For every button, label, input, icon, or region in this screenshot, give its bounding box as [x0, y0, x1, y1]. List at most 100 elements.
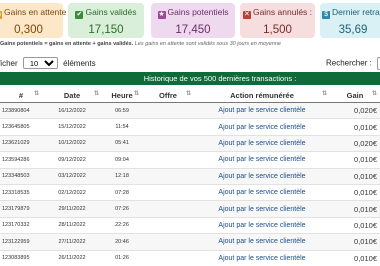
- sort-icon: ⇅: [33, 91, 39, 97]
- col-header-date[interactable]: Date ⇅: [42, 88, 102, 103]
- last-withdrawal-value: 35,69: [338, 24, 368, 36]
- cell-date: 28/11/2022: [42, 216, 102, 234]
- cell-offer: [142, 151, 194, 169]
- cell-id: 123645805: [0, 118, 42, 136]
- sort-icon: ⇅: [321, 91, 327, 97]
- cell-action: Ajout par le service clientèle: [194, 118, 330, 136]
- cell-id: 123890804: [0, 101, 42, 119]
- validated-gains-label: Gains validés: [85, 7, 137, 17]
- sort-icon: ⇅: [371, 91, 377, 97]
- table-row: 123621029 10/12/2022 05:41 Ajout par le …: [0, 134, 380, 152]
- page-length-select[interactable]: 10: [22, 57, 58, 69]
- cell-gain: 0,010€: [330, 200, 380, 218]
- col-header-gain[interactable]: Gain ⇅: [330, 88, 380, 103]
- cell-time: 07:28: [102, 183, 142, 201]
- table-row: 123122959 27/11/2022 20:46 Ajout par le …: [0, 233, 380, 251]
- potential-gains-card: ★ Gains potentiels 17,450: [151, 3, 235, 38]
- cell-id: 123083895: [0, 249, 42, 266]
- show-suffix-label: éléments: [63, 59, 96, 68]
- cell-id: 123621029: [0, 134, 42, 152]
- cross-icon: ✕: [242, 11, 251, 19]
- page-length-control: fficher 10 éléments: [0, 57, 96, 69]
- col-header-action[interactable]: Action rémunérée ⇅: [194, 88, 330, 103]
- col-header-id[interactable]: # ⇅: [0, 88, 42, 103]
- table-row: 123890804 16/12/2022 06:59 Ajout par le …: [0, 101, 380, 119]
- table-row: 123083895 26/11/2022 01:26 Ajout par le …: [0, 249, 380, 266]
- cell-date: 27/11/2022: [42, 233, 102, 251]
- gains-note-bold: Gains potentiels = gains en attente + ga…: [0, 41, 134, 47]
- cancelled-gains-value: 1,500: [263, 24, 292, 36]
- cell-gain: 0,010€: [330, 249, 380, 266]
- cell-date: 26/11/2022: [42, 249, 102, 266]
- table-row: 123594286 09/12/2022 09:04 Ajout par le …: [0, 151, 380, 169]
- cell-offer: [142, 200, 194, 218]
- cell-time: 05:41: [102, 134, 142, 152]
- cell-gain: 0,010€: [330, 216, 380, 234]
- sort-icon: ⇅: [133, 91, 139, 97]
- cell-time: 01:26: [102, 249, 142, 266]
- table-row: 123170332 28/11/2022 22:26 Ajout par le …: [0, 216, 380, 234]
- sort-icon: ⇅: [185, 91, 191, 97]
- col-header-offer[interactable]: Offre ⇅: [142, 88, 194, 103]
- cell-offer: [142, 249, 194, 266]
- cell-offer: [142, 101, 194, 119]
- gains-note: Gains potentiels = gains en attente + ga…: [0, 41, 281, 47]
- gains-note-italic: Les gains en attente sont validés sous 3…: [133, 41, 281, 47]
- cell-action: Ajout par le service clientèle: [194, 200, 330, 218]
- cell-offer: [142, 134, 194, 152]
- cell-gain: 0,010€: [330, 151, 380, 169]
- cell-action: Ajout par le service clientèle: [194, 101, 330, 119]
- cell-action: Ajout par le service clientèle: [194, 167, 330, 185]
- pending-gains-card: ◷Gains en attente : 0,300: [0, 3, 71, 38]
- cell-time: 07:26: [102, 200, 142, 218]
- search-control: Rechercher :: [326, 57, 380, 70]
- cancelled-gains-card: ✕ Gains annulés : 1,500: [240, 3, 315, 38]
- cell-date: 29/11/2022: [42, 200, 102, 218]
- earnings-summary: ◷Gains en attente : 0,300 ✔Gains validés…: [0, 0, 380, 38]
- cell-time: 11:54: [102, 118, 142, 136]
- cell-gain: 0,010€: [330, 167, 380, 185]
- clock-icon: ◷: [0, 11, 2, 19]
- table-header-row: # ⇅ Date ⇅ Heure ⇅ Offre ⇅ Action rémunérée ⇅…: [0, 88, 380, 103]
- col-header-time[interactable]: Heure ⇅: [102, 88, 142, 103]
- pending-gains-label: Gains en attente :: [4, 7, 72, 17]
- history-title: Historique de vos 500 dernières transact…: [143, 74, 297, 83]
- cell-id: 123170332: [0, 216, 42, 234]
- table-row: 123318535 02/12/2022 07:28 Ajout par le …: [0, 183, 380, 201]
- last-withdrawal-label: Dernier retrait: [332, 7, 380, 17]
- cell-action: Ajout par le service clientèle: [194, 216, 330, 234]
- cell-time: 20:46: [102, 233, 142, 251]
- cell-date: 16/12/2022: [42, 101, 102, 119]
- validated-gains-card: ✔ Gains validés 17,150: [68, 3, 144, 38]
- money-icon: $: [322, 11, 331, 19]
- cell-offer: [142, 118, 194, 136]
- check-icon: ✔: [75, 11, 84, 19]
- cell-id: 123179879: [0, 200, 42, 218]
- cell-gain: 0,010€: [330, 118, 380, 136]
- cancelled-gains-label: Gains annulés :: [252, 7, 313, 17]
- cell-time: 22:26: [102, 216, 142, 234]
- cell-action: Ajout par le service clientèle: [194, 183, 330, 201]
- table-row: 123179879 29/11/2022 07:26 Ajout par le …: [0, 200, 380, 218]
- cell-action: Ajout par le service clientèle: [194, 249, 330, 266]
- show-prefix-label: fficher: [0, 59, 18, 68]
- cell-date: 02/12/2022: [42, 183, 102, 201]
- cell-id: 123318535: [0, 183, 42, 201]
- last-withdrawal-card: $ Dernier retrait 35,69: [320, 3, 380, 38]
- table-row: 123645805 15/12/2022 11:54 Ajout par le …: [0, 118, 380, 136]
- validated-gains-value: 17,150: [88, 24, 124, 36]
- search-label: Rechercher :: [326, 58, 372, 68]
- cell-date: 09/12/2022: [42, 151, 102, 169]
- cell-time: 06:59: [102, 101, 142, 119]
- transactions-table: # ⇅ Date ⇅ Heure ⇅ Offre ⇅ Action rémunérée ⇅…: [0, 88, 380, 266]
- pending-gains-value: 0,300: [14, 24, 43, 36]
- cell-offer: [142, 183, 194, 201]
- potential-gains-label: Gains potentiels: [167, 7, 229, 17]
- cell-date: 03/12/2022: [42, 167, 102, 185]
- cell-action: Ajout par le service clientèle: [194, 134, 330, 152]
- cell-gain: 0,020€: [330, 134, 380, 152]
- cell-date: 15/12/2022: [42, 118, 102, 136]
- cell-offer: [142, 216, 194, 234]
- cell-time: 09:04: [102, 151, 142, 169]
- cell-id: 123594286: [0, 151, 42, 169]
